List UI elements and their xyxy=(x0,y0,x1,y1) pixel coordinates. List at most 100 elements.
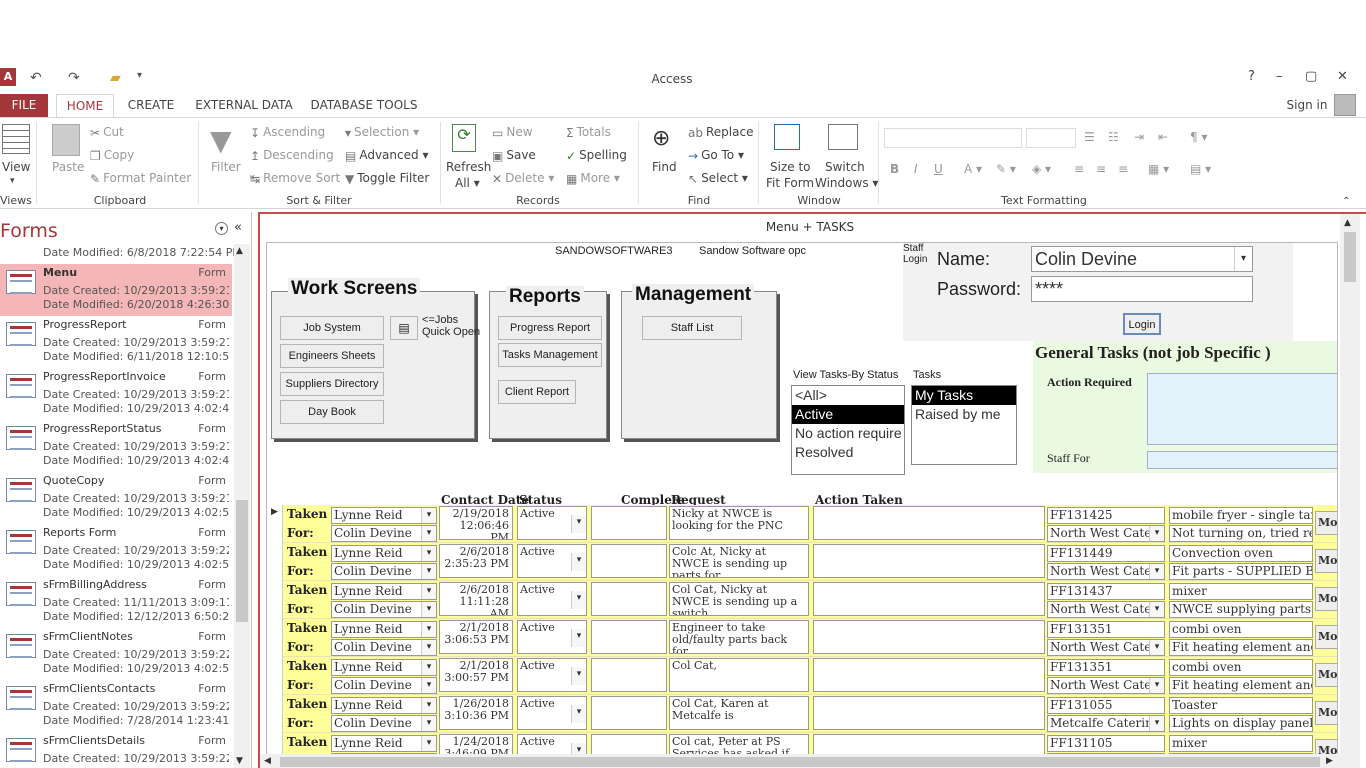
form-hscroll-thumb[interactable] xyxy=(280,757,1320,767)
complete-field[interactable] xyxy=(591,696,667,730)
filter-button[interactable]: Filter xyxy=(211,160,241,174)
goto-button[interactable]: Go To xyxy=(701,148,734,162)
task-row[interactable]: ▶ Taken For: Lynne Reid ▾ Colin Devine ▾ 2/19/2… xyxy=(267,505,1337,543)
nav-menu-icon[interactable]: ▾ xyxy=(215,222,228,235)
request-field[interactable]: Nicky at NWCE is looking for the PNC xyxy=(669,506,809,540)
action-taken-field[interactable] xyxy=(813,506,1045,540)
more-details-button[interactable]: Mo xyxy=(1315,625,1337,649)
status-combo[interactable]: Active ▾ xyxy=(517,658,587,692)
taken-by-combo[interactable]: Lynne Reid ▾ xyxy=(331,507,437,524)
nav-item-sfrmbillingaddress[interactable]: sFrmBillingAddress Form Date Created: 11/1… xyxy=(0,576,232,628)
dropdown-icon[interactable]: ▾ xyxy=(1149,602,1164,617)
contact-date-field[interactable]: 2/1/2018 3:00:57 PM xyxy=(439,658,513,692)
contact-date-field[interactable]: 2/6/2018 2:35:23 PM xyxy=(439,544,513,578)
client-combo[interactable]: North West Cater ▾ xyxy=(1047,601,1165,618)
nav-item-quotecopy[interactable]: QuoteCopy Form Date Created: 10/29/2013 3:… xyxy=(0,472,232,524)
client-combo[interactable]: North West Cater ▾ xyxy=(1047,677,1165,694)
staff-list-button[interactable]: Staff List xyxy=(642,316,742,340)
status-combo[interactable]: Active ▾ xyxy=(517,544,587,578)
dropdown-icon[interactable]: ▾ xyxy=(421,508,436,523)
nav-scrollbar[interactable]: ▲ ▼ xyxy=(234,244,250,768)
contact-date-field[interactable]: 2/6/2018 11:11:28 AM xyxy=(439,582,513,616)
action-taken-field[interactable] xyxy=(813,696,1045,730)
align-right-icon[interactable]: ≡ xyxy=(1118,162,1128,176)
dropdown-icon[interactable]: ▾ xyxy=(421,736,436,751)
statuslist-option[interactable]: No action require xyxy=(792,424,904,443)
request-field[interactable]: Col Cat, Nicky at NWCE is sending up a s… xyxy=(669,582,809,616)
dropdown-icon[interactable]: ▾ xyxy=(421,678,436,693)
collapse-ribbon-icon[interactable]: ⌃ xyxy=(1342,196,1350,207)
dropdown-icon[interactable]: ▾ xyxy=(571,591,586,609)
for-combo[interactable]: Colin Devine ▾ xyxy=(331,677,437,694)
nav-item-sfrmclientscontacts[interactable]: sFrmClientsContacts Form Date Created: 10/… xyxy=(0,680,232,732)
dropdown-icon[interactable]: ▾ xyxy=(1149,564,1164,579)
for-combo[interactable]: Colin Devine ▾ xyxy=(331,563,437,580)
more-details-button[interactable]: Mo xyxy=(1315,549,1337,573)
help-icon[interactable]: ? xyxy=(1248,69,1255,84)
taken-by-combo[interactable]: Lynne Reid ▾ xyxy=(331,583,437,600)
new-record-button[interactable]: New xyxy=(506,125,532,139)
dropdown-icon[interactable]: ▾ xyxy=(421,622,436,637)
taskslist-option[interactable]: Raised by me xyxy=(912,405,1016,424)
taken-by-combo[interactable]: Lynne Reid ▾ xyxy=(331,735,437,752)
font-size-combo[interactable] xyxy=(1026,128,1076,148)
fault-note-field[interactable]: Fit heating element and ga xyxy=(1169,639,1313,656)
for-combo[interactable]: Colin Devine ▾ xyxy=(331,525,437,542)
dropdown-icon[interactable]: ▾ xyxy=(1149,526,1164,541)
format-painter-button[interactable]: Format Painter xyxy=(103,171,191,185)
fault-note-field[interactable]: Not turning on, tried reset xyxy=(1169,525,1313,542)
dropdown-icon[interactable]: ▾ xyxy=(571,629,586,647)
scroll-up-icon[interactable]: ▲ xyxy=(236,246,243,256)
client-combo[interactable]: North West Cater ▾ xyxy=(1047,563,1165,580)
form-hscrollbar[interactable]: ◀ ▶ xyxy=(260,754,1340,768)
task-row[interactable]: Taken For: Lynne Reid ▾ Colin Devine ▾ 1/26/20… xyxy=(267,695,1337,733)
scroll-left-icon[interactable]: ◀ xyxy=(264,756,271,766)
font-name-combo[interactable] xyxy=(884,128,1022,148)
nav-item-progressreport[interactable]: ProgressReport Form Date Created: 10/29/20… xyxy=(0,316,232,368)
client-combo[interactable]: North West Cater ▾ xyxy=(1047,525,1165,542)
view-dropdown-icon[interactable]: ▾ xyxy=(10,176,15,186)
action-taken-field[interactable] xyxy=(813,620,1045,654)
fault-note-field[interactable]: Fit parts - SUPPLIED BY N xyxy=(1169,563,1313,580)
form-scroll-thumb[interactable] xyxy=(1344,232,1356,282)
find-button[interactable]: Find xyxy=(652,160,677,174)
view-icon[interactable] xyxy=(2,124,30,154)
item-field[interactable]: combi oven xyxy=(1169,621,1313,638)
contact-date-field[interactable]: 2/19/2018 12:06:46 PM xyxy=(439,506,513,540)
action-taken-field[interactable] xyxy=(813,658,1045,692)
contact-date-field[interactable]: 1/26/2018 3:10:36 PM xyxy=(439,696,513,730)
align-left-icon[interactable]: ≡ xyxy=(1074,162,1084,176)
task-row[interactable]: Taken For: Lynne Reid ▾ Colin Devine ▾ 2/6/201… xyxy=(267,543,1337,581)
action-required-field[interactable] xyxy=(1147,373,1337,445)
client-combo[interactable]: Metcalfe Catering ▾ xyxy=(1047,715,1165,732)
restore-icon[interactable]: ▢ xyxy=(1305,69,1317,84)
dropdown-icon[interactable]: ▾ xyxy=(1149,716,1164,731)
nav-scroll-thumb[interactable] xyxy=(236,500,248,622)
italic-button[interactable]: I xyxy=(914,162,918,176)
gridlines-icon[interactable]: ▦ ▾ xyxy=(1148,162,1169,176)
more-details-button[interactable]: Mo xyxy=(1315,587,1337,611)
action-taken-field[interactable] xyxy=(813,544,1045,578)
dropdown-icon[interactable]: ▾ xyxy=(421,640,436,655)
progress-report-button[interactable]: Progress Report xyxy=(498,316,602,340)
font-color-icon[interactable]: A ▾ xyxy=(964,162,982,176)
suppliers-directory-button[interactable]: Suppliers Directory xyxy=(280,372,384,396)
refresh-button[interactable]: Refresh xyxy=(446,160,491,174)
record-selector[interactable] xyxy=(267,695,283,733)
record-selector[interactable]: ▶ xyxy=(267,505,283,543)
task-row[interactable]: Taken For: Lynne Reid ▾ Colin Devine ▾ 2/1/201… xyxy=(267,619,1337,657)
statuslist-option[interactable]: Active xyxy=(792,405,904,424)
status-filter-list[interactable]: <All> Active No action require Resolved xyxy=(791,385,905,475)
refresh-all-label[interactable]: All xyxy=(455,176,470,190)
dropdown-icon[interactable]: ▾ xyxy=(571,705,586,723)
sign-in-link[interactable]: Sign in xyxy=(1284,94,1330,118)
spelling-button[interactable]: Spelling xyxy=(579,148,627,162)
scroll-down-icon[interactable]: ▼ xyxy=(236,756,243,766)
complete-field[interactable] xyxy=(591,658,667,692)
tab-create[interactable]: CREATE xyxy=(122,94,180,118)
login-button[interactable]: Login xyxy=(1123,313,1161,335)
item-field[interactable]: mobile fryer - single tank xyxy=(1169,507,1313,524)
bold-button[interactable]: B xyxy=(890,162,899,176)
underline-button[interactable]: U xyxy=(934,162,943,176)
nav-item-menu[interactable]: Menu Form Date Created: 10/29/2013 3:59:21… xyxy=(0,264,232,316)
